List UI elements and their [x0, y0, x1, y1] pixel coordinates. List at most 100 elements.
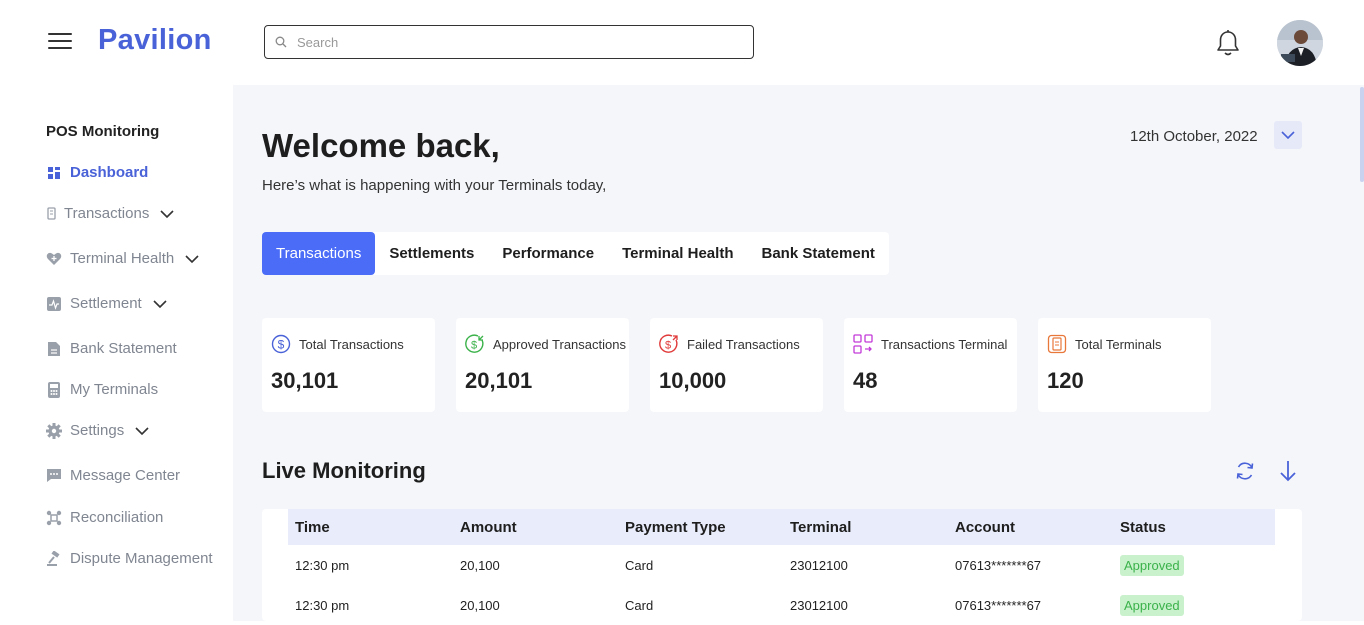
terminal-transfer-icon [853, 334, 873, 354]
status-badge: Approved [1120, 554, 1184, 576]
cell-account: 07613*******67 [955, 597, 1042, 613]
page-title: Welcome back, [262, 127, 500, 164]
receipt-icon [46, 206, 56, 222]
card-value: 30,101 [271, 368, 339, 393]
cell-terminal: 23012100 [790, 597, 848, 613]
svg-text:$: $ [665, 340, 671, 352]
scrollbar[interactable] [1360, 87, 1364, 182]
card-label: Failed Transactions [687, 337, 800, 352]
settlement-icon [46, 296, 62, 312]
sidebar-item-dashboard[interactable]: Dashboard [46, 164, 148, 181]
sidebar-item-label: Dashboard [70, 164, 149, 181]
card-label: Total Terminals [1075, 337, 1162, 352]
table-row[interactable]: 12:30 pm 20,100 Card 23012100 07613*****… [288, 545, 1275, 585]
sidebar-item-label: Bank Statement [70, 340, 177, 357]
sidebar-item-label: Settings [70, 422, 125, 439]
message-icon [46, 468, 62, 484]
chevron-down-icon[interactable] [134, 426, 150, 436]
sidebar-item-label: Reconciliation [70, 509, 164, 526]
card-value: 20,101 [465, 368, 533, 393]
gavel-icon [46, 550, 62, 567]
card-total-transactions[interactable]: $ Total Transactions 30,101 [262, 318, 435, 412]
refresh-icon[interactable] [1234, 460, 1256, 482]
gear-icon [46, 422, 62, 439]
card-value: 10,000 [659, 368, 727, 393]
column-header-terminal[interactable]: Terminal [783, 509, 948, 545]
approved-dollar-icon: $ [465, 334, 484, 353]
card-failed-transactions[interactable]: $ Failed Transactions 10,000 [650, 318, 823, 412]
tab-performance[interactable]: Performance [488, 232, 608, 275]
cell-payment-type: Card [625, 597, 654, 613]
menu-icon[interactable] [48, 33, 73, 51]
dashboard-icon [46, 165, 62, 181]
download-arrow-icon[interactable] [1277, 459, 1299, 483]
chevron-down-icon [1281, 131, 1295, 140]
table-header-row: Time Amount Payment Type Terminal Accoun… [288, 509, 1275, 545]
sidebar-item-settlement[interactable]: Settlement [46, 295, 168, 312]
cell-payment-type: Card [625, 557, 654, 573]
cell-time: 12:30 pm [295, 597, 350, 613]
cell-account: 07613*******67 [955, 557, 1042, 573]
sidebar-item-settings[interactable]: Settings [46, 422, 150, 439]
sidebar-item-label: Transactions [64, 205, 150, 222]
column-header-account[interactable]: Account [948, 509, 1113, 545]
cell-amount: 20,100 [460, 597, 500, 613]
card-total-terminals[interactable]: Total Terminals 120 [1038, 318, 1211, 412]
card-label: Transactions Terminal [881, 337, 1008, 352]
tab-bank-statement[interactable]: Bank Statement [747, 232, 888, 275]
sidebar-item-label: Terminal Health [70, 250, 175, 267]
sidebar-item-bank-statement[interactable]: Bank Statement [46, 340, 177, 357]
notification-bell-icon[interactable] [1214, 28, 1242, 58]
sidebar-heading: POS Monitoring [46, 123, 160, 140]
stats-cards: $ Total Transactions 30,101 $ Approved T… [262, 318, 1232, 412]
cell-terminal: 23012100 [790, 557, 848, 573]
card-approved-transactions[interactable]: $ Approved Transactions 20,101 [456, 318, 629, 412]
sidebar: POS Monitoring Dashboard Transactions Te… [0, 85, 233, 621]
heart-icon [46, 251, 62, 267]
column-header-amount[interactable]: Amount [453, 509, 618, 545]
search-input[interactable] [297, 34, 737, 50]
sidebar-item-message-center[interactable]: Message Center [46, 467, 180, 484]
sidebar-item-transactions[interactable]: Transactions [46, 205, 175, 222]
chevron-down-icon[interactable] [159, 209, 175, 219]
column-header-time[interactable]: Time [288, 509, 453, 545]
sidebar-item-label: Dispute Management [70, 550, 213, 567]
column-header-payment-type[interactable]: Payment Type [618, 509, 783, 545]
sidebar-item-terminal-health[interactable]: Terminal Health [46, 250, 200, 267]
status-badge: Approved [1120, 594, 1184, 616]
chevron-down-icon[interactable] [184, 254, 200, 264]
live-monitoring-title: Live Monitoring [262, 458, 426, 483]
date-dropdown-button[interactable] [1274, 121, 1302, 149]
chevron-down-icon[interactable] [152, 299, 168, 309]
tab-terminal-health[interactable]: Terminal Health [608, 232, 747, 275]
terminal-icon [46, 381, 62, 398]
main-content: Welcome back, Here’s what is happening w… [233, 85, 1364, 621]
svg-text:$: $ [278, 338, 285, 352]
cell-amount: 20,100 [460, 557, 500, 573]
search-bar[interactable] [264, 25, 754, 59]
column-header-status[interactable]: Status [1113, 509, 1275, 545]
top-header: Pavilion [0, 0, 1364, 85]
sidebar-item-label: Message Center [70, 467, 181, 484]
search-icon [275, 36, 287, 48]
card-label: Total Transactions [299, 337, 404, 352]
sidebar-item-my-terminals[interactable]: My Terminals [46, 381, 158, 398]
card-label: Approved Transactions [493, 337, 626, 352]
tab-settlements[interactable]: Settlements [375, 232, 488, 275]
dollar-icon: $ [271, 334, 291, 354]
tab-transactions[interactable]: Transactions [262, 232, 376, 275]
page-subtitle: Here’s what is happening with your Termi… [262, 177, 607, 194]
live-monitoring-table: Time Amount Payment Type Terminal Accoun… [262, 509, 1302, 621]
card-transactions-terminal[interactable]: Transactions Terminal 48 [844, 318, 1017, 412]
terminal-icon [1047, 334, 1067, 354]
table-row[interactable]: 12:30 pm 20,100 Card 23012100 07613*****… [288, 585, 1275, 625]
date-label: 12th October, 2022 [1130, 128, 1258, 145]
reconcile-icon [46, 510, 62, 526]
app-logo[interactable]: Pavilion [98, 24, 212, 57]
user-avatar[interactable] [1277, 20, 1323, 66]
cell-time: 12:30 pm [295, 557, 350, 573]
failed-dollar-icon: $ [659, 334, 678, 353]
sidebar-item-reconciliation[interactable]: Reconciliation [46, 509, 163, 526]
tab-bar: Transactions Settlements Performance Ter… [262, 232, 889, 275]
sidebar-item-dispute-management[interactable]: Dispute Management [46, 550, 213, 567]
